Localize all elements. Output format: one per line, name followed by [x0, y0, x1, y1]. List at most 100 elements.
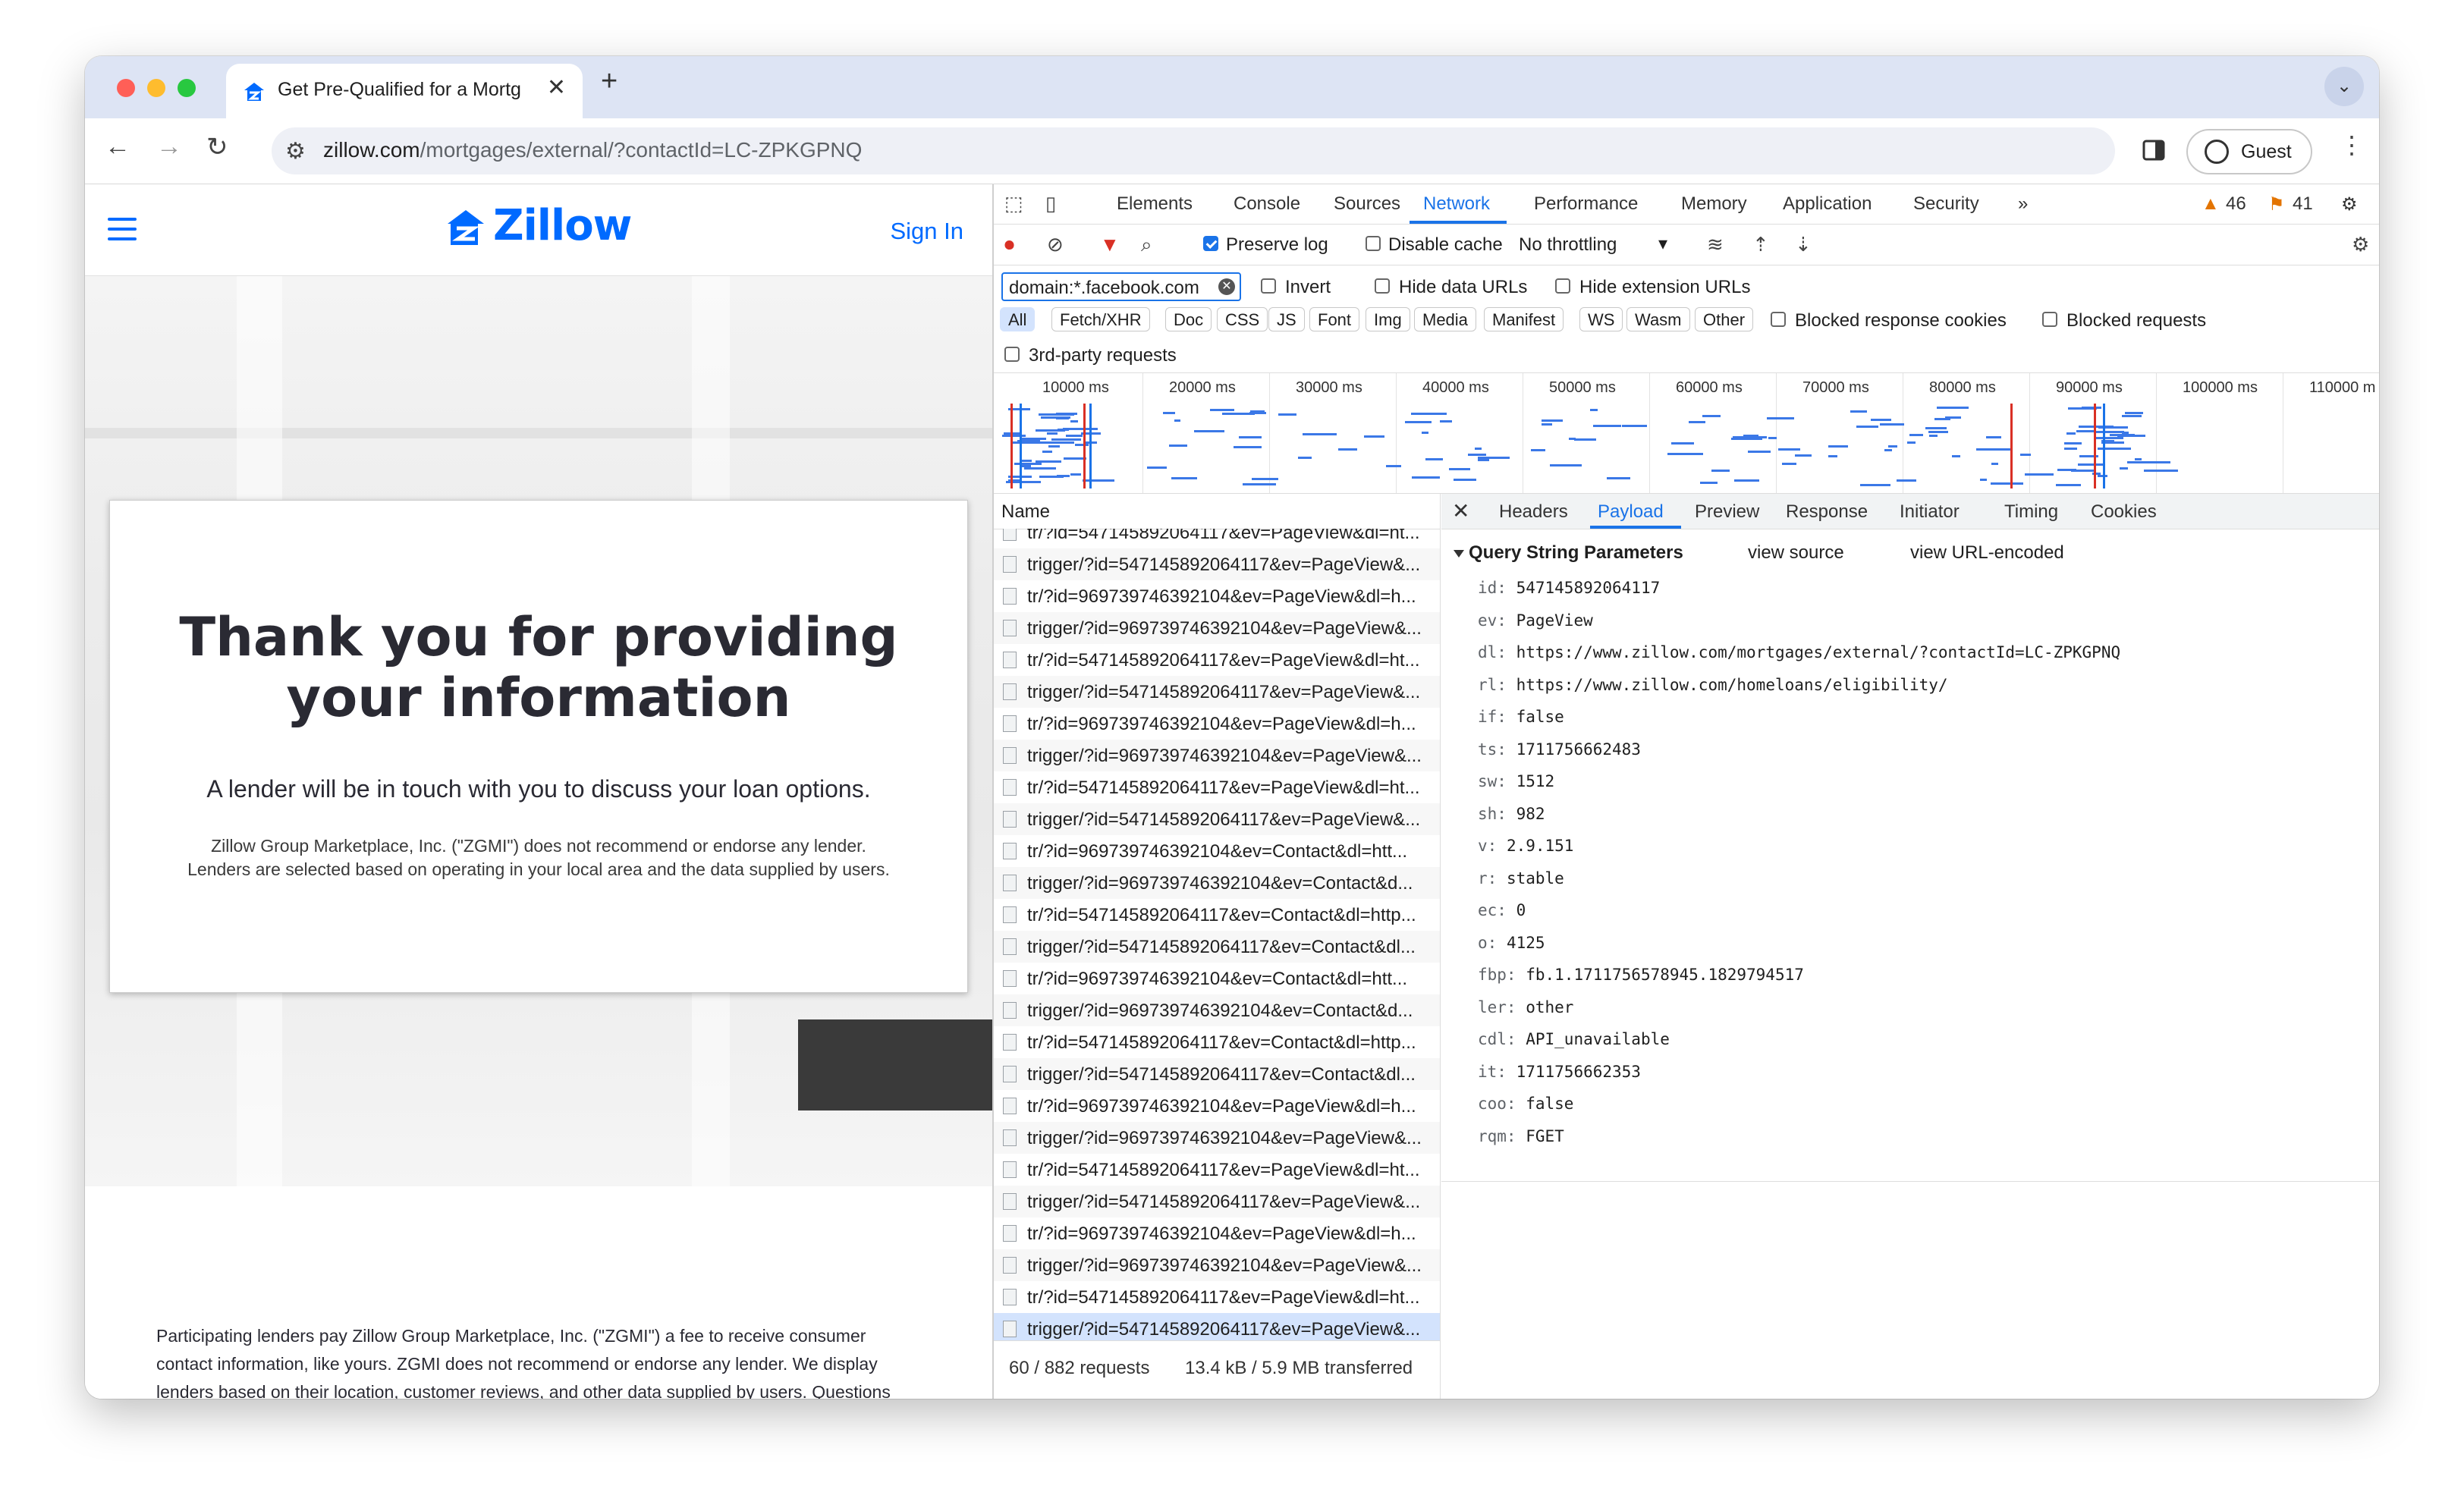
type-css[interactable]: CSS [1217, 307, 1268, 331]
import-har-icon[interactable]: ⇡ [1752, 233, 1769, 256]
table-row[interactable]: tr/?id=969739746392104&ev=PageView&dl=h.… [994, 580, 1440, 612]
url-text[interactable]: zillow.com/mortgages/external/?contactId… [323, 138, 862, 162]
address-bar[interactable]: ⚙ zillow.com/mortgages/external/?contact… [272, 127, 2115, 174]
hide-data-urls-checkbox[interactable] [1375, 278, 1390, 294]
tab-network[interactable]: Network [1423, 193, 1490, 215]
table-row[interactable]: tr/?id=547145892064117&ev=PageView&dl=ht… [994, 1281, 1440, 1313]
tab-memory[interactable]: Memory [1681, 193, 1747, 215]
tab-preview[interactable]: Preview [1695, 501, 1759, 523]
filter-icon[interactable]: ▼ [1100, 233, 1120, 256]
tab-console[interactable]: Console [1234, 193, 1300, 215]
table-row[interactable]: tr/?id=969739746392104&ev=Contact&dl=htt… [994, 963, 1440, 994]
third-party-checkbox[interactable] [1004, 347, 1020, 362]
blocked-cookies-checkbox[interactable] [1771, 312, 1786, 327]
clear-icon[interactable]: ⊘ [1047, 233, 1064, 256]
table-row[interactable]: trigger/?id=547145892064117&ev=PageView&… [994, 1313, 1440, 1340]
blocked-requests-checkbox[interactable] [2042, 312, 2057, 327]
table-row[interactable]: trigger/?id=547145892064117&ev=PageView&… [994, 548, 1440, 580]
table-row[interactable]: tr/?id=969739746392104&ev=Contact&dl=htt… [994, 835, 1440, 867]
sign-in-link[interactable]: Sign In [890, 218, 963, 245]
tab-cookies[interactable]: Cookies [2091, 501, 2157, 523]
table-row[interactable]: tr/?id=547145892064117&ev=PageView&dl=ht… [994, 529, 1440, 548]
type-wasm[interactable]: Wasm [1626, 307, 1690, 331]
type-manifest[interactable]: Manifest [1484, 307, 1564, 331]
tab-performance[interactable]: Performance [1534, 193, 1638, 215]
type-other[interactable]: Other [1695, 307, 1754, 331]
warning-icon[interactable]: ▲ [2202, 193, 2220, 215]
table-row[interactable]: tr/?id=547145892064117&ev=PageView&dl=ht… [994, 1154, 1440, 1186]
browser-tab[interactable]: Get Pre-Qualified for a Mortg ✕ [226, 64, 583, 118]
table-row[interactable]: trigger/?id=547145892064117&ev=PageView&… [994, 676, 1440, 708]
warning-count[interactable]: 46 [2226, 193, 2246, 215]
view-url-encoded-link[interactable]: view URL-encoded [1910, 542, 2064, 564]
close-details-icon[interactable]: ✕ [1452, 498, 1469, 523]
invert-checkbox[interactable] [1261, 278, 1276, 294]
tab-payload[interactable]: Payload [1598, 501, 1664, 523]
more-tabs-icon[interactable]: » [2018, 193, 2028, 215]
table-row[interactable]: trigger/?id=969739746392104&ev=PageView&… [994, 740, 1440, 771]
devtools-settings-icon[interactable]: ⚙ [2341, 193, 2358, 215]
table-row[interactable]: trigger/?id=547145892064117&ev=PageView&… [994, 803, 1440, 835]
table-row[interactable]: trigger/?id=969739746392104&ev=PageView&… [994, 612, 1440, 644]
device-toolbar-icon[interactable]: ▯ [1045, 192, 1056, 215]
table-row[interactable]: trigger/?id=969739746392104&ev=Contact&d… [994, 994, 1440, 1026]
tab-elements[interactable]: Elements [1117, 193, 1193, 215]
close-window-button[interactable] [117, 79, 135, 97]
tab-sources[interactable]: Sources [1334, 193, 1400, 215]
table-row[interactable]: tr/?id=547145892064117&ev=Contact&dl=htt… [994, 1026, 1440, 1058]
profile-button[interactable]: Guest [2186, 129, 2312, 174]
issues-count[interactable]: 41 [2293, 193, 2313, 215]
issues-icon[interactable]: ⚑ [2268, 193, 2285, 215]
site-info-icon[interactable]: ⚙ [285, 138, 306, 165]
tab-search-button[interactable]: ⌄ [2324, 67, 2364, 106]
table-row[interactable]: trigger/?id=969739746392104&ev=PageView&… [994, 1249, 1440, 1281]
minimize-window-button[interactable] [147, 79, 165, 97]
table-row[interactable]: trigger/?id=547145892064117&ev=Contact&d… [994, 1058, 1440, 1090]
chrome-menu-icon[interactable]: ⋮ [2340, 130, 2364, 159]
throttling-select[interactable]: No throttling [1519, 234, 1617, 256]
tab-initiator[interactable]: Initiator [1900, 501, 1960, 523]
name-column-header[interactable]: Name [994, 494, 1440, 529]
type-doc[interactable]: Doc [1165, 307, 1212, 331]
type-img[interactable]: Img [1366, 307, 1410, 331]
type-js[interactable]: JS [1268, 307, 1305, 331]
table-row[interactable]: trigger/?id=969739746392104&ev=Contact&d… [994, 867, 1440, 899]
zoom-window-button[interactable] [178, 79, 196, 97]
preserve-log-checkbox[interactable] [1203, 236, 1218, 251]
back-icon[interactable]: ← [105, 132, 130, 162]
inspect-element-icon[interactable]: ⬚ [1004, 192, 1023, 215]
table-row[interactable]: tr/?id=969739746392104&ev=PageView&dl=h.… [994, 708, 1440, 740]
network-settings-icon[interactable]: ⚙ [2352, 233, 2369, 256]
type-media[interactable]: Media [1414, 307, 1476, 331]
new-tab-button[interactable]: + [601, 65, 618, 98]
table-row[interactable]: trigger/?id=547145892064117&ev=PageView&… [994, 1186, 1440, 1217]
chevron-down-icon[interactable]: ▾ [1658, 233, 1667, 255]
tab-response[interactable]: Response [1786, 501, 1868, 523]
tab-timing[interactable]: Timing [2004, 501, 2058, 523]
filter-input[interactable]: domain:*.facebook.com ✕ [1001, 272, 1241, 301]
table-row[interactable]: tr/?id=969739746392104&ev=PageView&dl=h.… [994, 1090, 1440, 1122]
clear-filter-icon[interactable]: ✕ [1218, 278, 1235, 295]
record-stop-icon[interactable]: ⏺ [1004, 233, 1014, 257]
query-params-heading[interactable]: Query String Parameters [1454, 542, 1683, 564]
hide-extension-urls-checkbox[interactable] [1555, 278, 1570, 294]
table-row[interactable]: tr/?id=547145892064117&ev=Contact&dl=htt… [994, 899, 1440, 931]
table-row[interactable]: tr/?id=969739746392104&ev=PageView&dl=h.… [994, 1217, 1440, 1249]
reload-icon[interactable]: ↻ [206, 132, 228, 162]
tab-headers[interactable]: Headers [1499, 501, 1568, 523]
table-row[interactable]: tr/?id=547145892064117&ev=PageView&dl=ht… [994, 771, 1440, 803]
side-panel-icon[interactable] [2142, 140, 2165, 161]
search-icon[interactable]: ⌕ [1141, 233, 1152, 257]
type-fetch-xhr[interactable]: Fetch/XHR [1051, 307, 1150, 331]
type-ws[interactable]: WS [1579, 307, 1623, 331]
export-har-icon[interactable]: ⇣ [1795, 233, 1812, 256]
disable-cache-checkbox[interactable] [1366, 236, 1381, 251]
table-row[interactable]: tr/?id=547145892064117&ev=PageView&dl=ht… [994, 644, 1440, 676]
tab-security[interactable]: Security [1913, 193, 1979, 215]
view-source-link[interactable]: view source [1748, 542, 1844, 564]
close-tab-icon[interactable]: ✕ [547, 74, 566, 101]
table-row[interactable]: trigger/?id=969739746392104&ev=PageView&… [994, 1122, 1440, 1154]
hamburger-menu-icon[interactable] [108, 218, 137, 247]
type-all[interactable]: All [1000, 307, 1036, 331]
network-conditions-icon[interactable]: ≋ [1707, 233, 1724, 256]
